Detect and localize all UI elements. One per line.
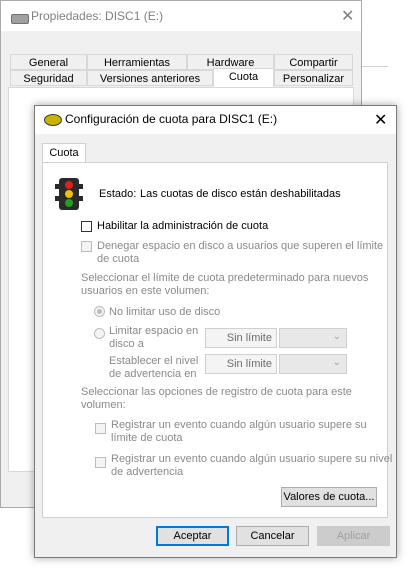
deny-space-checkbox[interactable]: [81, 241, 92, 252]
properties-titlebar: Propiedades: DISC1 (E:) ✕: [1, 1, 361, 31]
logging-label-1: Seleccionar las opciones de registro de …: [81, 386, 352, 398]
apply-button[interactable]: Aplicar: [317, 526, 390, 546]
log-warning-checkbox[interactable]: [95, 457, 106, 468]
tab-versiones-anteriores[interactable]: Versiones anteriores: [87, 70, 213, 86]
divider: [362, 66, 388, 67]
limit-space-field[interactable]: Sin límite: [205, 328, 277, 348]
log-warning-label-1: Registrar un evento cuando algún usuario…: [111, 453, 393, 465]
cancel-button[interactable]: Cancelar: [236, 526, 309, 546]
default-limit-label-1: Seleccionar el límite de cuota predeterm…: [81, 272, 369, 284]
quota-settings-dialog: Configuración de cuota para DISC1 (E:) ✕…: [34, 105, 397, 558]
tab-general[interactable]: General: [10, 54, 87, 70]
limit-unit-combo[interactable]: ⌄: [279, 328, 347, 348]
accept-button[interactable]: Aceptar: [156, 526, 229, 546]
tab-personalizar[interactable]: Personalizar: [274, 70, 353, 86]
no-limit-label: No limitar uso de disco: [109, 306, 221, 318]
properties-title: Propiedades: DISC1 (E:): [31, 9, 164, 23]
limit-space-radio[interactable]: [94, 328, 105, 339]
tab-herramientas[interactable]: Herramientas: [87, 54, 187, 70]
limit-space-label-1: Limitar espacio en: [109, 325, 199, 337]
no-limit-radio[interactable]: [94, 306, 105, 317]
limit-space-label-2: disco a: [109, 338, 144, 350]
tab-cuota-dialog[interactable]: Cuota: [42, 143, 86, 163]
dialog-close-icon[interactable]: ✕: [374, 110, 387, 130]
tab-compartir[interactable]: Compartir: [274, 54, 353, 70]
quota-values-button[interactable]: Valores de cuota...: [281, 487, 377, 507]
quota-disk-icon: [44, 114, 62, 126]
log-exceed-label-1: Registrar un evento cuando algún usuario…: [111, 419, 367, 431]
deny-space-label-2: de cuota: [97, 253, 140, 265]
warning-level-field[interactable]: Sin límite: [205, 354, 277, 374]
deny-space-label-1: Denegar espacio en disco a usuarios que …: [97, 240, 384, 252]
status-text: Las cuotas de disco están deshabilitadas: [140, 188, 341, 200]
status-label: Estado:: [99, 188, 137, 200]
drive-icon: [11, 14, 29, 24]
enable-quota-checkbox[interactable]: [81, 221, 92, 232]
chevron-down-icon: ⌄: [332, 331, 341, 342]
dialog-titlebar: Configuración de cuota para DISC1 (E:) ✕: [35, 106, 396, 134]
quota-tab-panel: Estado: Las cuotas de disco están deshab…: [42, 162, 392, 518]
traffic-light-icon: [55, 178, 83, 210]
warning-unit-combo[interactable]: ⌄: [279, 354, 347, 374]
default-limit-label-2: usuarios en este volumen:: [81, 285, 210, 297]
properties-close-icon[interactable]: ✕: [341, 6, 354, 26]
tab-cuota[interactable]: Cuota: [213, 68, 274, 87]
tab-seguridad[interactable]: Seguridad: [10, 70, 87, 86]
dialog-title: Configuración de cuota para DISC1 (E:): [65, 112, 278, 126]
log-exceed-label-2: límite de cuota: [111, 432, 183, 444]
chevron-down-icon: ⌄: [332, 357, 341, 368]
warning-label-2: de advertencia en: [109, 368, 197, 380]
log-exceed-checkbox[interactable]: [95, 423, 106, 434]
logging-label-2: volumen:: [81, 399, 126, 411]
warning-label-1: Establecer el nivel: [109, 355, 199, 367]
enable-quota-label[interactable]: Habilitar la administración de cuota: [97, 220, 268, 233]
log-warning-label-2: de advertencia: [111, 466, 184, 478]
